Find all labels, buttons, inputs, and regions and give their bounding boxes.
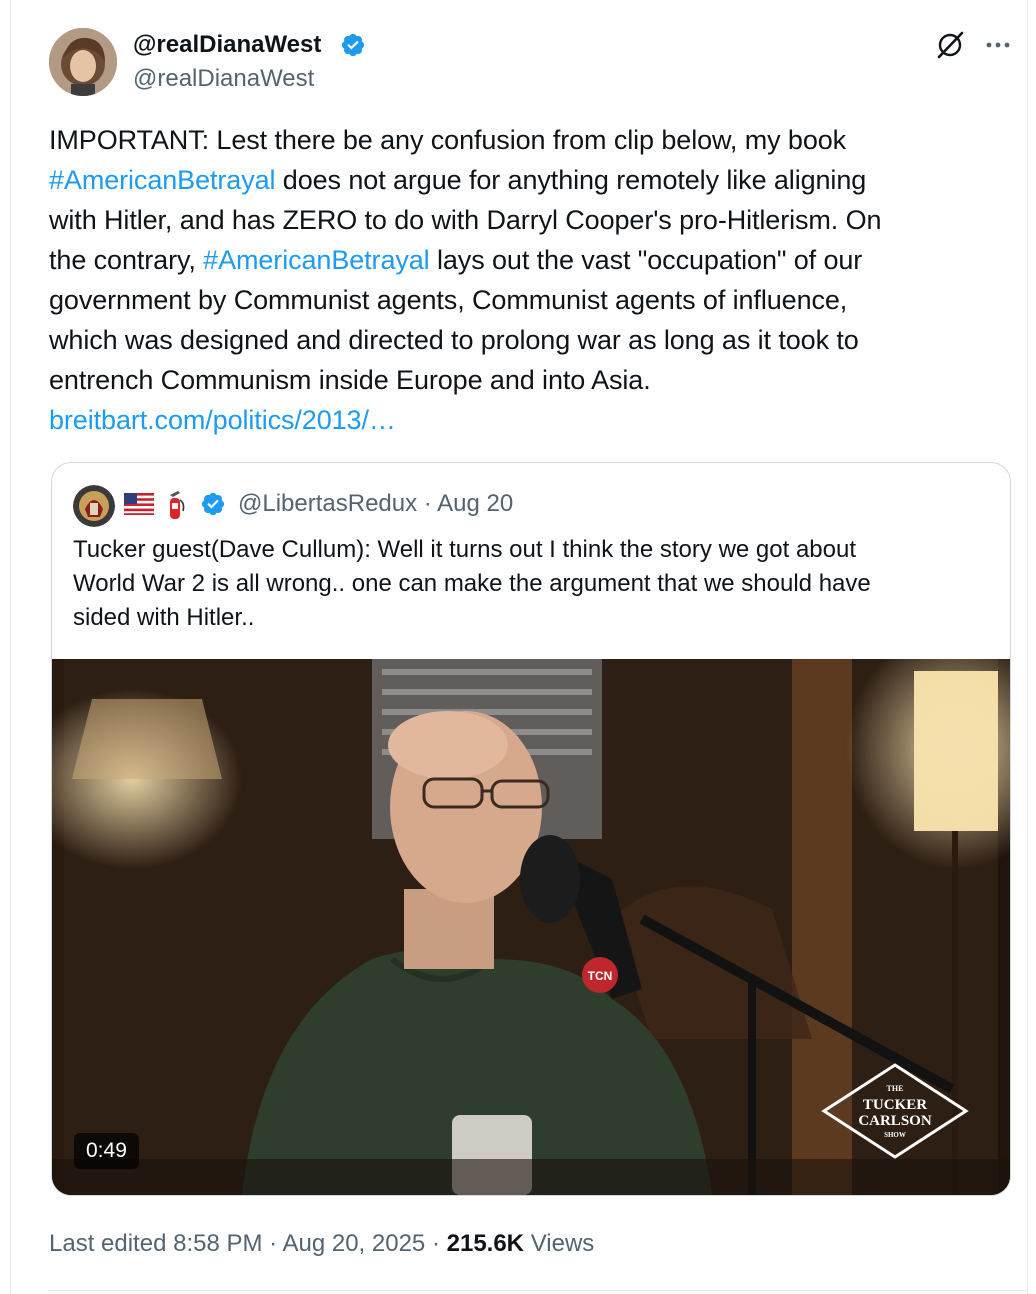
views-count: 215.6K <box>446 1230 525 1257</box>
author-handle[interactable]: @realDianaWest <box>133 64 314 94</box>
tweet-card: @realDianaWest @realDianaWest IMPORTANT:… <box>10 0 1028 1294</box>
tweet-text-segment: government by Communist agents, Communis… <box>49 285 848 315</box>
quoted-text-line: World War 2 is all wrong.. one can make … <box>73 570 871 597</box>
svg-text:THE: THE <box>887 1084 904 1093</box>
tweet-text-segment: entrench Communism inside Europe and int… <box>49 365 651 395</box>
quoted-text: Tucker guest(Dave Cullum): Well it turns… <box>73 533 973 635</box>
tweet-text-segment: IMPORTANT: Lest there be any confusion f… <box>49 125 847 155</box>
tweet-text-segment: lays out the vast "occupation" of our <box>429 245 863 275</box>
hashtag-link[interactable]: #AmericanBetrayal <box>49 165 276 195</box>
author-avatar[interactable] <box>49 28 117 96</box>
tweet-text-line: government by Communist agents, Communis… <box>49 280 999 320</box>
tweet-text-segment: with Hitler, and has ZERO to do with Dar… <box>49 205 882 235</box>
tucker-carlson-show-logo: THE TUCKER CARLSON SHOW <box>821 1063 969 1159</box>
quoted-handle-line: @LibertasRedux · Aug 20 <box>238 489 513 519</box>
svg-text:TUCKER: TUCKER <box>863 1097 927 1113</box>
tweet-text-line: the contrary, #AmericanBetrayal lays out… <box>49 240 999 280</box>
tweet-text-segment: does not argue for anything remotely lik… <box>275 165 867 195</box>
last-edited[interactable]: Last edited 8:58 PM <box>49 1230 262 1257</box>
more-icon[interactable] <box>983 32 1013 58</box>
quoted-tweet[interactable]: @LibertasRedux · Aug 20 Tucker guest(Dav… <box>51 462 1011 1196</box>
url-link[interactable]: breitbart.com/politics/2013/… <box>49 405 396 435</box>
meta-separator: · <box>431 1230 440 1257</box>
quoted-text-line: sided with Hitler.. <box>73 604 255 631</box>
author-display-name[interactable]: @realDianaWest <box>133 30 321 60</box>
tweet-text: IMPORTANT: Lest there be any confusion f… <box>49 120 999 440</box>
video-duration: 0:49 <box>74 1133 139 1169</box>
meta-separator: · <box>269 1230 278 1257</box>
us-flag-icon <box>124 493 154 515</box>
quoted-text-line: Tucker guest(Dave Cullum): Well it turns… <box>73 536 856 563</box>
tweet-text-line: with Hitler, and has ZERO to do with Dar… <box>49 200 999 240</box>
divider <box>49 1290 1027 1291</box>
svg-text:CARLSON: CARLSON <box>858 1113 932 1129</box>
quoted-separator: · <box>423 490 432 517</box>
tweet-text-line: IMPORTANT: Lest there be any confusion f… <box>49 120 999 160</box>
quoted-avatar[interactable] <box>73 485 115 527</box>
verified-badge-icon[interactable] <box>340 32 366 58</box>
tweet-text-segment: which was designed and directed to prolo… <box>49 325 859 355</box>
quoted-verified-badge-icon <box>201 492 225 516</box>
tweet-text-segment: the contrary, <box>49 245 204 275</box>
hashtag-link[interactable]: #AmericanBetrayal <box>203 245 430 275</box>
tweet-text-line: which was designed and directed to prolo… <box>49 320 999 360</box>
quoted-handle[interactable]: @LibertasRedux <box>238 490 417 517</box>
tweet-text-line: #AmericanBetrayal does not argue for any… <box>49 160 999 200</box>
mic-label: TCN <box>588 969 613 983</box>
tweet-text-line: breitbart.com/politics/2013/… <box>49 400 999 440</box>
svg-text:SHOW: SHOW <box>884 1131 906 1139</box>
grok-icon[interactable] <box>935 30 965 60</box>
tweet-meta: Last edited 8:58 PM · Aug 20, 2025 · 215… <box>49 1228 594 1260</box>
tweet-date[interactable]: Aug 20, 2025 <box>282 1230 425 1257</box>
views-label: Views <box>530 1230 595 1257</box>
quoted-date[interactable]: Aug 20 <box>437 490 513 517</box>
video-player[interactable]: TCN 0:49 THE TUCKER CARLSON SHOW <box>52 659 1010 1195</box>
fire-extinguisher-icon <box>170 491 185 519</box>
tweet-text-line: entrench Communism inside Europe and int… <box>49 360 999 400</box>
